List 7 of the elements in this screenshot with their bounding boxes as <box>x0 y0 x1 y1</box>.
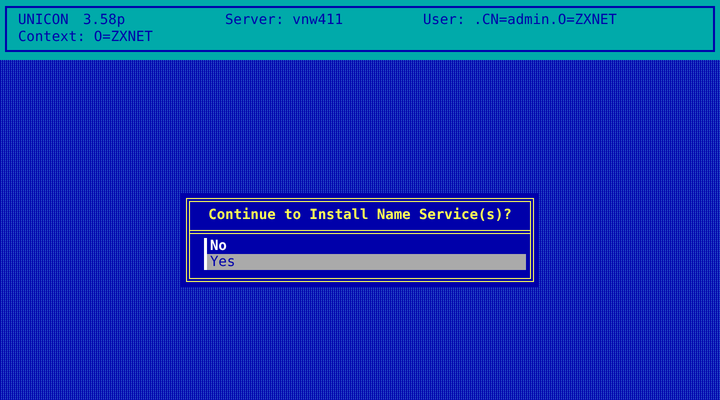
version-label: 3.58p <box>83 12 126 28</box>
server-label: Server: vnw411 <box>225 12 344 28</box>
user-label: User: .CN=admin.O=ZXNET <box>423 12 617 28</box>
menu-option[interactable]: Yes <box>204 254 526 270</box>
context-label: Context: O=ZXNET <box>18 29 153 45</box>
product-name: UNICON <box>18 12 70 28</box>
dialog-title: Continue to Install Name Service(s)? <box>190 202 530 234</box>
